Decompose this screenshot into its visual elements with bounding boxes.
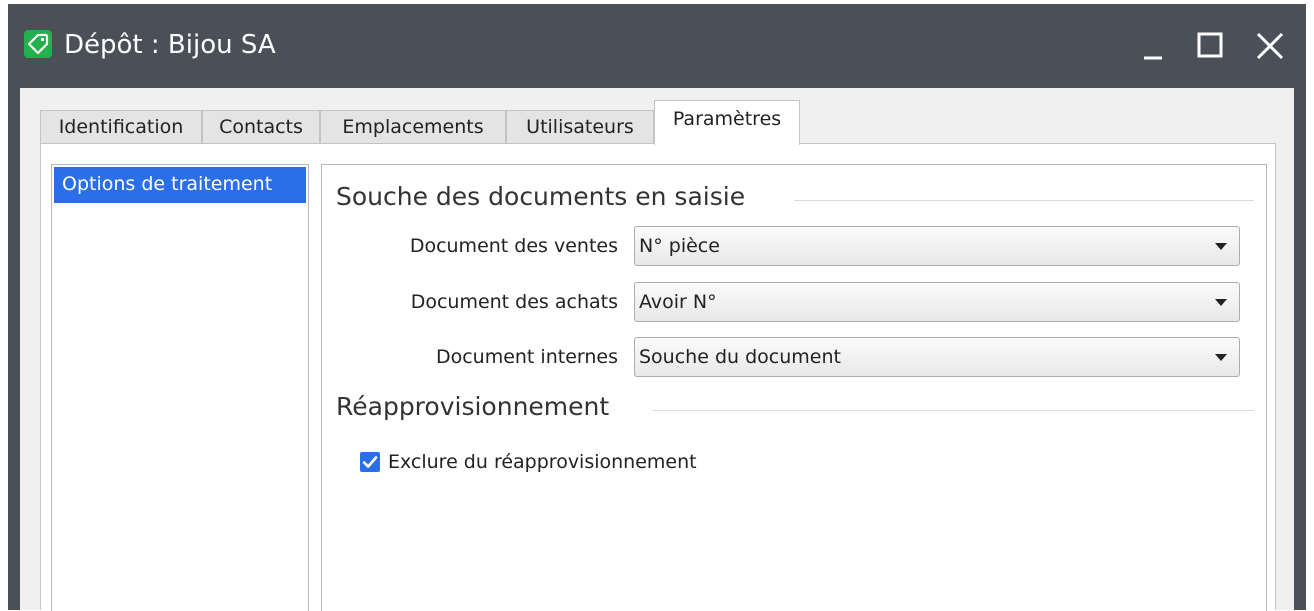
exclure-reappro-label[interactable]: Exclure du réapprovisionnement xyxy=(388,447,697,477)
select-document-ventes[interactable]: N° pièce xyxy=(634,226,1240,266)
maximize-icon xyxy=(1197,32,1223,58)
select-value: N° pièce xyxy=(639,235,720,257)
window-border-right xyxy=(1294,88,1306,610)
window-border-left xyxy=(8,88,20,610)
tab-contacts[interactable]: Contacts xyxy=(202,110,320,144)
window-client: Identification Contacts Emplacements Uti… xyxy=(20,88,1294,611)
exclure-reappro-checkbox[interactable] xyxy=(360,452,380,472)
select-document-achats[interactable]: Avoir N° xyxy=(634,282,1240,322)
chevron-down-icon xyxy=(1215,354,1227,361)
title-bar: Dépôt : Bijou SA xyxy=(8,4,1306,88)
close-icon xyxy=(1256,32,1284,60)
options-list: Options de traitement xyxy=(51,164,309,611)
options-content: Souche des documents en saisie Document … xyxy=(321,164,1267,611)
section-title-souche: Souche des documents en saisie xyxy=(336,182,746,211)
select-document-internes[interactable]: Souche du document xyxy=(634,337,1240,377)
close-button[interactable] xyxy=(1252,28,1288,64)
maximize-button[interactable] xyxy=(1194,28,1230,64)
tab-panel-parametres: Options de traitement Souche des documen… xyxy=(40,143,1276,611)
select-value: Avoir N° xyxy=(639,291,717,313)
tab-parametres[interactable]: Paramètres xyxy=(654,100,800,145)
list-item-options-de-traitement[interactable]: Options de traitement xyxy=(54,167,306,203)
label-document-achats: Document des achats xyxy=(410,291,618,313)
section-title-reappro: Réapprovisionnement xyxy=(336,392,610,421)
depot-window: Dépôt : Bijou SA Identification Contacts… xyxy=(0,0,1314,611)
minimize-button[interactable] xyxy=(1138,28,1174,64)
section-divider xyxy=(794,200,1254,201)
tab-utilisateurs[interactable]: Utilisateurs xyxy=(506,110,654,144)
tag-icon xyxy=(24,30,52,58)
label-document-internes: Document internes xyxy=(435,346,618,368)
window-title: Dépôt : Bijou SA xyxy=(64,30,276,60)
chevron-down-icon xyxy=(1215,243,1227,250)
minimize-icon xyxy=(1144,56,1162,60)
label-document-ventes: Document des ventes xyxy=(409,235,618,257)
checkmark-icon xyxy=(362,456,378,468)
section-divider xyxy=(652,410,1254,411)
tab-identification[interactable]: Identification xyxy=(40,110,202,144)
tab-emplacements[interactable]: Emplacements xyxy=(320,110,506,144)
chevron-down-icon xyxy=(1215,299,1227,306)
select-value: Souche du document xyxy=(639,346,841,368)
